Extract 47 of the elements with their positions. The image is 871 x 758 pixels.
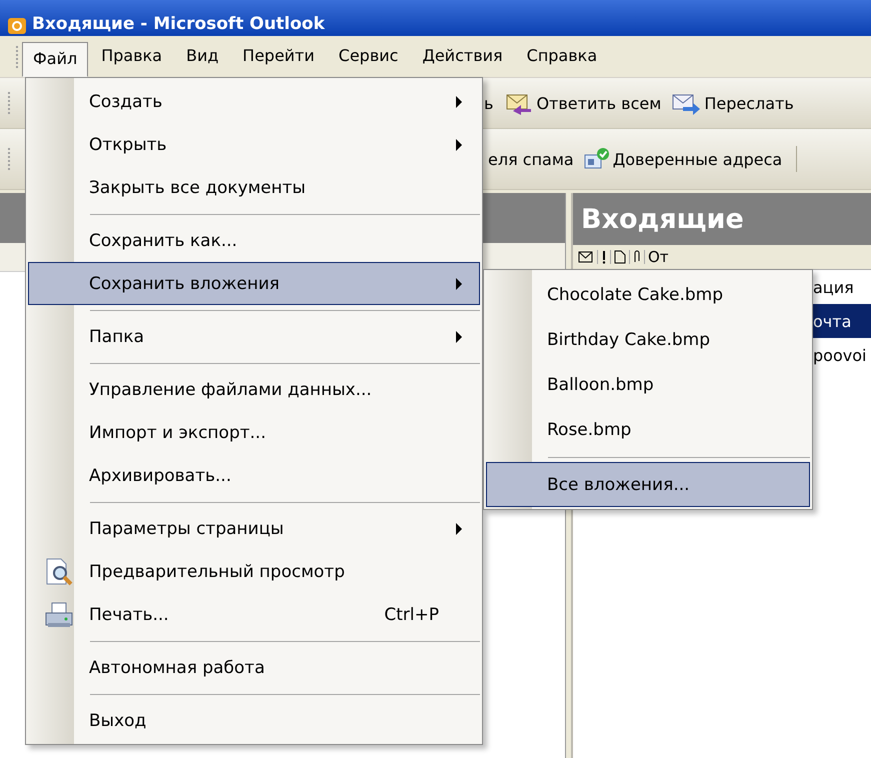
submenu-arrow-icon bbox=[455, 522, 463, 536]
toolbar-button[interactable]: Доверенные адреса bbox=[582, 145, 784, 173]
menu-title[interactable]: Перейти bbox=[232, 39, 326, 74]
toolbar-button[interactable]: Переслать bbox=[669, 89, 796, 117]
menu-item[interactable]: Параметры страницы bbox=[28, 507, 480, 550]
menu-item[interactable]: Сохранить как... bbox=[28, 219, 480, 262]
menu-item[interactable]: Импорт и экспорт... bbox=[28, 411, 480, 454]
grip-icon bbox=[16, 44, 20, 70]
toolbar-button[interactable]: Ответить всем bbox=[501, 89, 664, 117]
grip-icon bbox=[8, 90, 12, 116]
submenu-arrow-icon bbox=[455, 94, 463, 108]
menu-item[interactable]: Birthday Cake.bmp bbox=[486, 317, 810, 362]
folder-title: Входящие bbox=[573, 193, 871, 245]
menu-item[interactable]: Закрыть все документы bbox=[28, 166, 480, 209]
menu-title[interactable]: Справка bbox=[516, 39, 608, 74]
column-label: От bbox=[647, 248, 669, 266]
submenu-arrow-icon bbox=[455, 276, 463, 290]
submenu-arrow-icon bbox=[455, 138, 463, 152]
window-title: Входящие - Microsoft Outlook bbox=[32, 14, 325, 34]
shortcut-label: Ctrl+P bbox=[384, 604, 439, 624]
grip-icon bbox=[8, 146, 12, 172]
menu-item[interactable]: Все вложения... bbox=[486, 462, 810, 507]
menu-item[interactable]: Архивировать... bbox=[28, 454, 480, 497]
menu-item[interactable]: Выход bbox=[28, 699, 480, 742]
menu-item[interactable]: Предварительный просмотр bbox=[28, 550, 480, 593]
menu-item[interactable]: Папка bbox=[28, 315, 480, 358]
menu-item[interactable]: Печать... Ctrl+P bbox=[28, 593, 480, 636]
magnifier-page-icon bbox=[44, 556, 74, 586]
address-check-icon bbox=[584, 147, 610, 171]
menu-title[interactable]: Вид bbox=[175, 39, 230, 74]
menu-item[interactable]: Balloon.bmp bbox=[486, 362, 810, 407]
menu-item[interactable]: Chocolate Cake.bmp bbox=[486, 272, 810, 317]
submenu-arrow-icon bbox=[455, 330, 463, 344]
menu-item[interactable]: Создать bbox=[28, 80, 480, 123]
menu-title[interactable]: Сервис bbox=[328, 39, 410, 74]
menu-item[interactable]: Открыть bbox=[28, 123, 480, 166]
menu-item[interactable]: Rose.bmp bbox=[486, 407, 810, 452]
printer-icon bbox=[44, 600, 74, 628]
menu-title[interactable]: Действия bbox=[411, 39, 514, 74]
menu-item[interactable]: Автономная работа bbox=[28, 646, 480, 689]
toolbar-button[interactable]: еля спама bbox=[486, 148, 576, 170]
menu-title[interactable]: Правка bbox=[90, 39, 174, 74]
menu-item[interactable]: Сохранить вложения bbox=[28, 262, 480, 305]
menu-title[interactable]: Файл bbox=[22, 42, 88, 77]
app-icon bbox=[8, 18, 26, 34]
toolbar-button[interactable]: ь bbox=[482, 92, 496, 114]
menu-item[interactable]: Управление файлами данных... bbox=[28, 368, 480, 411]
